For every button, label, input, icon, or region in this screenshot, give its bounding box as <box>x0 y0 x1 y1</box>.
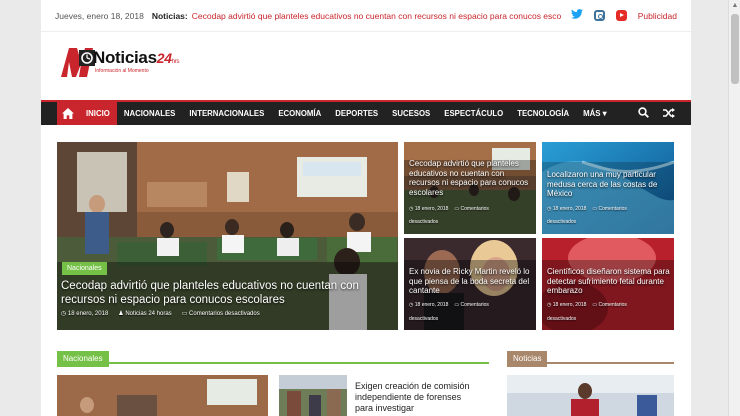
featured-card[interactable]: Cecodap advirtió que planteles educativo… <box>404 142 536 234</box>
hero-date: ◷ 18 enero, 2018 <box>61 311 109 317</box>
nav-item-deportes[interactable]: DEPORTES <box>328 102 385 125</box>
hero-author[interactable]: ♟ Noticias 24 horas <box>118 310 171 317</box>
top-bar: Jueves, enero 18, 2018 Noticias: Cecodap… <box>41 0 691 32</box>
social-links: Publicidad <box>570 9 677 22</box>
card-comments-status: desactivados <box>409 219 439 225</box>
logo-tagline: Información al Momento <box>95 68 149 74</box>
card-meta: ◷ 18 enero, 2018 ▭ Comentarios <box>409 206 489 212</box>
nav-item-espectaculo[interactable]: ESPECTÁCULO <box>437 102 510 125</box>
card-meta: ◷ 18 enero, 2018 ▭ Comentarios <box>409 302 489 308</box>
section-nacionales: Nacionales <box>57 348 489 367</box>
hero-comments: ▭ Comentarios desactivados <box>181 311 260 317</box>
site-logo[interactable]: Noticias24hrs Información al Momento <box>59 44 209 82</box>
card-title[interactable]: Ex novia de Ricky Martin reveló lo que p… <box>409 267 533 296</box>
card-title[interactable]: Localizaron una muy particular medusa ce… <box>547 170 671 199</box>
home-icon[interactable] <box>57 102 79 125</box>
main-navigation: INICIO NACIONALES INTERNACIONALES ECONOM… <box>41 100 691 125</box>
nacionales-thumb-image[interactable] <box>279 375 347 416</box>
news-ticker-link[interactable]: Cecodap advirtió que planteles educativo… <box>192 11 561 21</box>
featured-card[interactable]: Científicos diseñaron sistema para detec… <box>542 238 674 330</box>
shuffle-icon[interactable] <box>663 105 675 123</box>
card-meta: ◷ 18 enero, 2018 ▭ Comentarios <box>547 302 627 308</box>
current-date: Jueves, enero 18, 2018 <box>55 10 144 21</box>
card-comments-status: desactivados <box>547 219 577 225</box>
hero-category-badge[interactable]: Nacionales <box>62 262 107 275</box>
scrollbar-thumb[interactable] <box>731 14 739 84</box>
nav-item-tecnologia[interactable]: TECNOLOGÍA <box>510 102 576 125</box>
nav-item-mas[interactable]: MÁS ▾ <box>576 102 613 125</box>
card-title[interactable]: Científicos diseñaron sistema para detec… <box>547 267 671 296</box>
section-noticias: Noticias <box>507 348 674 367</box>
nav-item-internacionales[interactable]: INTERNACIONALES <box>182 102 271 125</box>
nav-item-economia[interactable]: ECONOMÍA <box>271 102 328 125</box>
card-comments-status: desactivados <box>547 316 577 322</box>
card-title[interactable]: Cecodap advirtió que planteles educativo… <box>409 159 533 197</box>
youtube-icon[interactable] <box>615 10 627 21</box>
hero-meta: ◷ 18 enero, 2018 ♟ Noticias 24 horas ▭ C… <box>61 310 260 317</box>
nav-item-sucesos[interactable]: SUCESOS <box>385 102 437 125</box>
featured-card[interactable]: Ex novia de Ricky Martin reveló lo que p… <box>404 238 536 330</box>
nacionales-article-title[interactable]: Exigen creación de comisión independient… <box>355 381 480 414</box>
search-icon[interactable] <box>638 105 649 123</box>
section-title-noticias[interactable]: Noticias <box>507 351 548 367</box>
page: Jueves, enero 18, 2018 Noticias: Cecodap… <box>41 0 691 416</box>
publicidad-link[interactable]: Publicidad <box>638 11 677 21</box>
nav-tools <box>638 105 691 123</box>
noticias-lead-image[interactable] <box>507 375 674 416</box>
scroll-up-arrow-icon[interactable]: ▲ <box>729 0 740 12</box>
news-ticker-label: Noticias: <box>151 10 188 21</box>
nacionales-lead-image[interactable] <box>57 375 268 416</box>
card-meta: ◷ 18 enero, 2018 ▭ Comentarios <box>547 206 627 212</box>
instagram-icon[interactable] <box>593 10 605 21</box>
hero-title[interactable]: Cecodap advirtió que planteles educativo… <box>61 279 391 307</box>
section-title-nacionales[interactable]: Nacionales <box>57 351 109 367</box>
scrollbar[interactable]: ▲ <box>728 0 740 416</box>
hero-article[interactable]: Nacionales Cecodap advirtió que plantele… <box>57 142 398 330</box>
nav-item-nacionales[interactable]: NACIONALES <box>117 102 183 125</box>
twitter-icon[interactable] <box>570 9 583 22</box>
featured-card[interactable]: Localizaron una muy particular medusa ce… <box>542 142 674 234</box>
header-logo-area: Noticias24hrs Información al Momento <box>41 32 691 100</box>
nav-item-inicio[interactable]: INICIO <box>79 102 117 125</box>
logo-wordmark: Noticias24hrs <box>93 48 180 67</box>
card-comments-status: desactivados <box>409 316 439 322</box>
